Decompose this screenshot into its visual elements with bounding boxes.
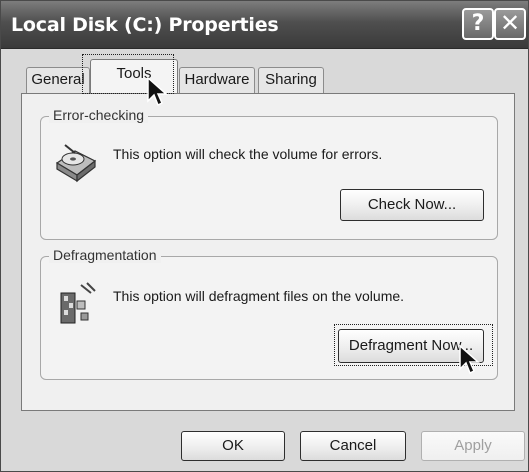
tab-general[interactable]: General [26,67,90,93]
defragmentation-label: Defragmentation [49,247,161,263]
ok-label: OK [222,437,244,454]
tab-hardware[interactable]: Hardware [179,67,255,93]
check-now-label: Check Now... [367,196,457,213]
tools-tab-panel: Error-checking This option will check th… [21,93,515,411]
cancel-label: Cancel [329,437,377,454]
help-button[interactable]: ? [462,8,494,40]
mouse-pointer-icon [459,345,480,375]
close-icon: ✕ [499,9,521,37]
apply-label: Apply [454,437,492,454]
error-checking-group: Error-checking This option will check th… [40,107,498,240]
defragmentation-description: This option will defragment files on the… [113,288,405,304]
window-title: Local Disk (C:) Properties [11,14,279,36]
ok-button[interactable]: OK [181,431,285,461]
help-icon: ? [471,11,485,36]
mouse-pointer-icon [147,77,168,107]
apply-button[interactable]: Apply [421,431,525,461]
title-bar[interactable]: Local Disk (C:) Properties ? ✕ [1,1,528,49]
disk-check-icon [51,137,99,185]
close-button[interactable]: ✕ [494,8,526,40]
properties-dialog: Local Disk (C:) Properties ? ✕ Error-che… [0,0,529,472]
cancel-button[interactable]: Cancel [300,431,406,461]
error-checking-description: This option will check the volume for er… [113,146,383,162]
error-checking-label: Error-checking [49,107,149,123]
defragment-icon [51,279,99,327]
tab-sharing[interactable]: Sharing [258,67,324,93]
defragment-now-label: Defragment Now... [348,337,474,354]
check-now-button[interactable]: Check Now... [340,189,484,221]
